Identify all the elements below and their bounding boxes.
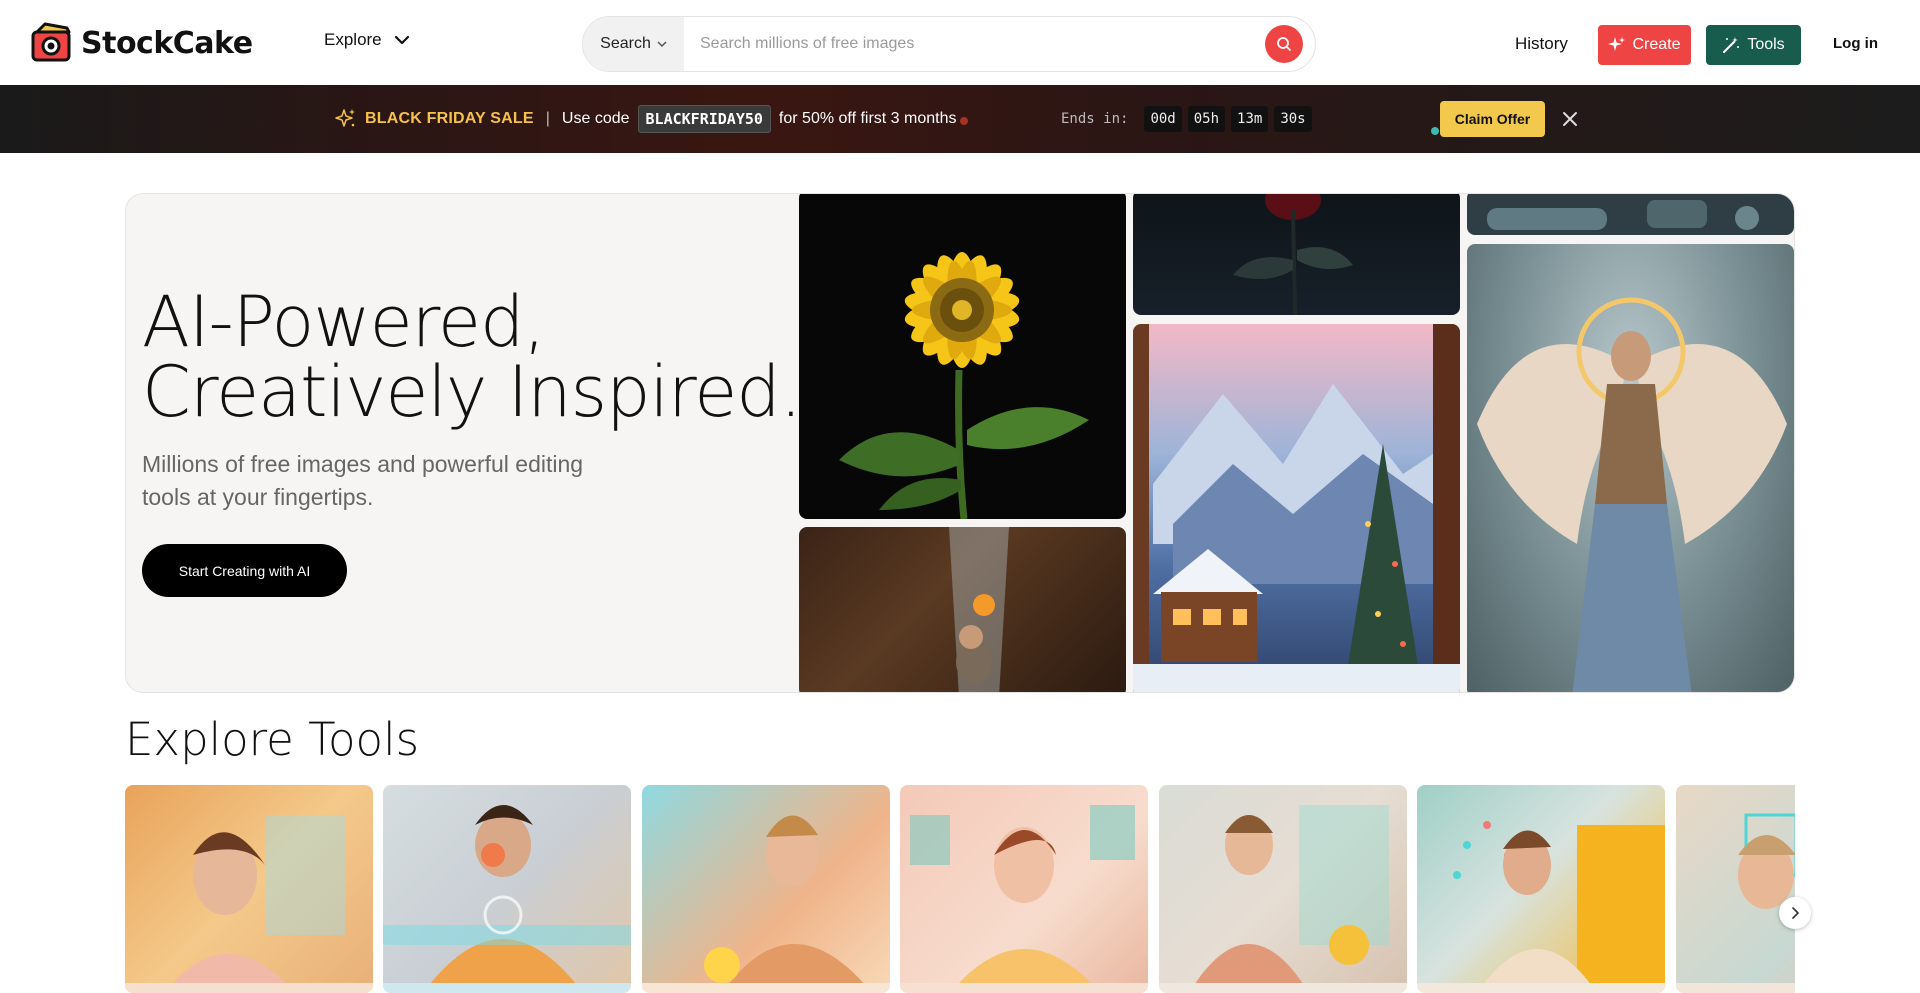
start-creating-button[interactable]: Start Creating with AI (142, 544, 347, 597)
logo[interactable]: StockCake (31, 22, 253, 64)
search-bar: Search (582, 16, 1316, 72)
tool-card[interactable] (1676, 785, 1795, 993)
carousel-next-button[interactable] (1779, 897, 1811, 929)
logo-text: StockCake (81, 25, 253, 61)
login-link[interactable]: Log in (1833, 35, 1878, 52)
promo-message: BLACK FRIDAY SALE | Use code BLACKFRIDAY… (335, 85, 956, 153)
hero-subtitle: Millions of free images and powerful edi… (142, 451, 584, 510)
tool-card[interactable] (1417, 785, 1665, 993)
snowy-chalet-image[interactable] (1133, 324, 1460, 692)
countdown-seconds: 30s (1274, 106, 1312, 132)
countdown-timer: Ends in: 00d 05h 13m 30s (1061, 85, 1312, 153)
search-icon (1277, 37, 1291, 51)
tool-card[interactable] (1159, 785, 1407, 993)
tools-button[interactable]: Tools (1706, 25, 1801, 65)
search-scope-dropdown[interactable]: Search (583, 17, 684, 71)
claim-offer-button[interactable]: Claim Offer (1440, 101, 1545, 137)
promo-decoration-dot (960, 117, 968, 125)
search-scope-label: Search (600, 35, 651, 52)
hero-title-line1: AI-Powered, (142, 281, 546, 363)
tool-card[interactable] (125, 785, 373, 993)
countdown-minutes: 13m (1231, 106, 1269, 132)
hero-section: AI-Powered, Creatively Inspired. Million… (125, 193, 1795, 693)
close-icon[interactable] (1561, 110, 1579, 128)
chevron-right-icon (1792, 907, 1799, 919)
promo-separator: | (545, 110, 550, 127)
chevron-down-icon (394, 35, 409, 45)
countdown-label: Ends in: (1061, 111, 1129, 127)
promo-code[interactable]: BLACKFRIDAY50 (637, 105, 771, 133)
tools-label: Tools (1747, 36, 1785, 53)
promo-title: BLACK FRIDAY SALE (365, 110, 534, 127)
create-button[interactable]: Create (1598, 25, 1691, 65)
tool-card[interactable] (383, 785, 631, 993)
history-link[interactable]: History (1515, 34, 1568, 54)
tool-card[interactable] (642, 785, 890, 993)
promo-decoration-dot (1431, 127, 1439, 135)
countdown-days: 00d (1144, 106, 1182, 132)
promo-use-code-text: Use code (561, 110, 630, 127)
countdown-hours: 05h (1187, 106, 1226, 132)
tool-card[interactable] (900, 785, 1148, 993)
cave-explorer-image[interactable] (799, 527, 1126, 692)
tools-carousel (125, 785, 1795, 993)
dark-rose-image[interactable] (1133, 194, 1460, 315)
promo-offer-text: for 50% off first 3 months (778, 110, 957, 127)
explore-menu[interactable]: Explore (324, 30, 410, 50)
winged-angel-image[interactable] (1467, 244, 1794, 692)
hero-title-line2: Creatively Inspired. (142, 351, 802, 433)
camera-cake-logo-icon (31, 22, 73, 64)
site-header: StockCake Explore Search History Create … (0, 0, 1920, 85)
chevron-down-icon (657, 40, 667, 47)
sunflower-image[interactable] (799, 194, 1126, 519)
explore-label: Explore (324, 30, 382, 49)
hero-title: AI-Powered, Creatively Inspired. (142, 281, 802, 433)
sparkle-icon (335, 109, 355, 127)
search-input[interactable] (684, 17, 1265, 71)
sparkle-icon (1608, 37, 1626, 51)
magic-wand-icon (1723, 37, 1740, 53)
search-button[interactable] (1265, 25, 1303, 63)
create-label: Create (1632, 36, 1681, 53)
explore-tools-heading: Explore Tools (125, 713, 420, 766)
robot-image[interactable] (1467, 194, 1794, 235)
